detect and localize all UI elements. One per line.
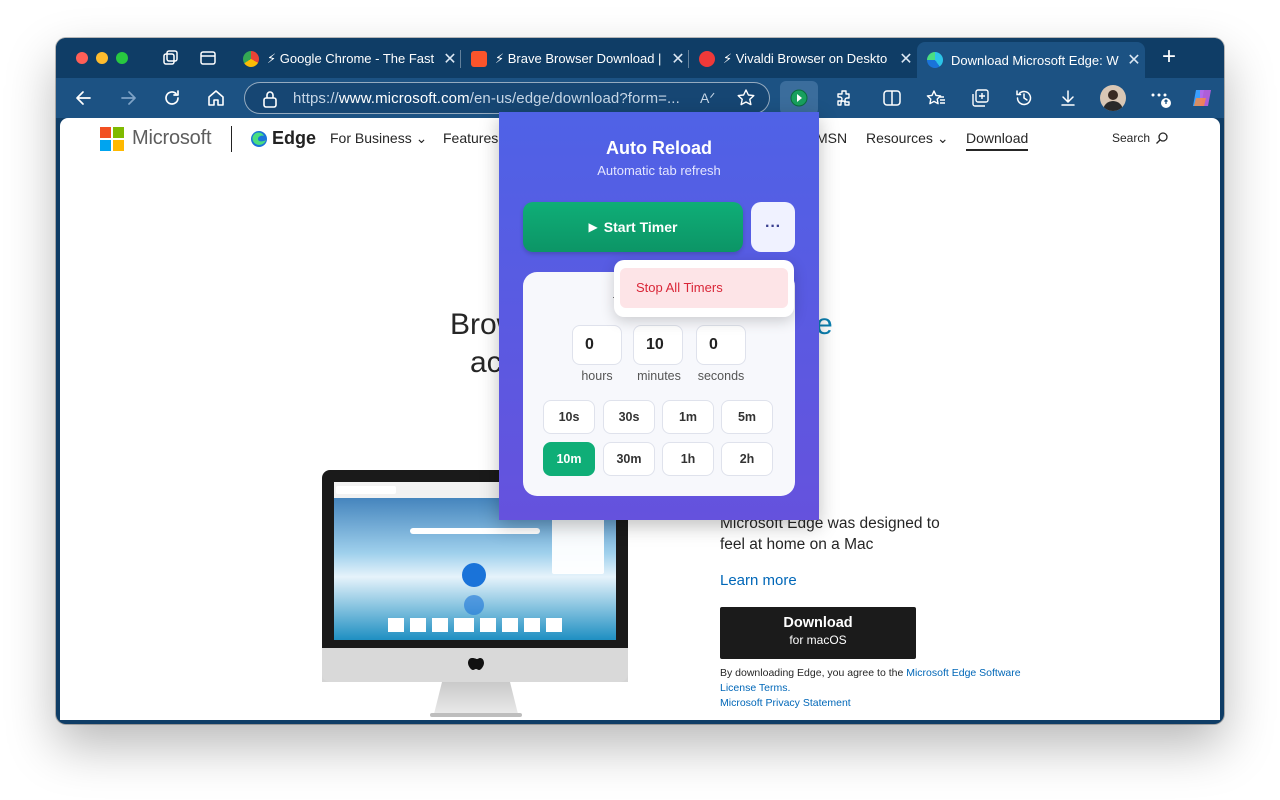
- read-aloud-icon[interactable]: Aᐟ: [700, 90, 715, 107]
- home-icon[interactable]: [204, 86, 228, 110]
- preset-30m[interactable]: 30m: [603, 442, 655, 476]
- refresh-icon[interactable]: [160, 86, 184, 110]
- edge-brand[interactable]: Edge: [272, 128, 316, 149]
- url-text[interactable]: https://www.microsoft.com/en-us/edge/dow…: [293, 90, 680, 107]
- download-button-title: Download: [783, 615, 853, 631]
- hero-heading-line2: ac: [470, 346, 502, 379]
- more-options-menu: Stop All Timers: [614, 260, 794, 317]
- preset-1h[interactable]: 1h: [662, 442, 714, 476]
- minutes-label: minutes: [637, 369, 681, 383]
- tab-actions-icon[interactable]: [197, 47, 219, 69]
- downloads-icon[interactable]: [1056, 86, 1080, 110]
- nav-resources[interactable]: Resources ⌄: [866, 130, 949, 147]
- preset-1m[interactable]: 1m: [662, 400, 714, 434]
- minutes-input[interactable]: 10: [633, 325, 683, 365]
- close-tab-icon[interactable]: ✕: [895, 49, 917, 69]
- favorites-icon[interactable]: [924, 86, 948, 110]
- more-options-button[interactable]: ···: [751, 202, 795, 252]
- privacy-statement-link[interactable]: Microsoft Privacy Statement: [720, 697, 851, 709]
- history-icon[interactable]: [1012, 86, 1036, 110]
- learn-more-link[interactable]: Learn more: [720, 572, 797, 589]
- minimize-window-button[interactable]: [96, 52, 108, 64]
- favorite-star-icon[interactable]: [736, 88, 756, 113]
- tab-title: ⚡ Google Chrome - The Fast: [267, 51, 435, 66]
- start-timer-button[interactable]: ▶ Start Timer: [523, 202, 743, 252]
- legal-prefix: By downloading Edge, you agree to the: [720, 667, 907, 679]
- collections-icon[interactable]: [968, 86, 992, 110]
- preset-10s[interactable]: 10s: [543, 400, 595, 434]
- tab-title: ⚡ Vivaldi Browser on Deskto: [723, 51, 888, 66]
- close-tab-icon[interactable]: ✕: [1123, 50, 1145, 70]
- close-tab-icon[interactable]: ✕: [439, 49, 461, 69]
- popup-title: Auto Reload: [606, 138, 712, 158]
- download-macos-button[interactable]: Download for macOS: [720, 607, 916, 659]
- preset-2h[interactable]: 2h: [721, 442, 773, 476]
- new-tab-button[interactable]: +: [1157, 45, 1181, 70]
- address-bar[interactable]: https://www.microsoft.com/en-us/edge/dow…: [244, 82, 770, 114]
- split-screen-icon[interactable]: [880, 86, 904, 110]
- brave-icon: [471, 51, 487, 67]
- play-icon: ▶: [588, 220, 598, 234]
- nav-for-business[interactable]: For Business ⌄: [330, 130, 427, 147]
- legal-text: By downloading Edge, you agree to the Mi…: [720, 666, 1050, 711]
- nav-features[interactable]: Features: [443, 130, 498, 146]
- chevron-down-icon: ⌄: [936, 130, 949, 146]
- site-search[interactable]: Search: [1112, 131, 1169, 148]
- start-timer-label: Start Timer: [603, 219, 678, 235]
- tab-title: Download Microsoft Edge: W: [951, 52, 1119, 68]
- edge-logo-icon[interactable]: [250, 130, 268, 153]
- forward-icon[interactable]: [116, 86, 140, 110]
- preset-30s[interactable]: 30s: [603, 400, 655, 434]
- preset-10m[interactable]: 10m: [543, 442, 595, 476]
- microsoft-logo-icon[interactable]: [100, 127, 124, 151]
- lock-icon[interactable]: [262, 90, 278, 113]
- tab-vivaldi[interactable]: ⚡ Vivaldi Browser on Deskto ✕: [689, 44, 917, 74]
- download-button-sub: for macOS: [789, 633, 847, 647]
- seconds-label: seconds: [697, 369, 745, 383]
- nav-download[interactable]: Download: [966, 130, 1029, 151]
- seconds-input[interactable]: 0: [696, 325, 746, 365]
- nav-divider: [231, 126, 232, 152]
- microsoft-brand[interactable]: Microsoft: [132, 127, 212, 150]
- copilot-icon[interactable]: [1190, 86, 1214, 110]
- workspaces-icon[interactable]: [160, 47, 182, 69]
- extensions-icon[interactable]: [832, 86, 856, 110]
- chevron-down-icon: ⌄: [415, 130, 428, 146]
- settings-more-icon[interactable]: [1148, 86, 1172, 110]
- tab-title: ⚡ Brave Browser Download |: [495, 51, 662, 66]
- vivaldi-icon: [699, 51, 715, 67]
- back-icon[interactable]: [72, 86, 96, 110]
- popup-subtitle: Automatic tab refresh: [597, 163, 721, 178]
- maximize-window-button[interactable]: [116, 52, 128, 64]
- edge-icon: [927, 52, 943, 68]
- hours-input[interactable]: 0: [572, 325, 622, 365]
- auto-reload-extension-button[interactable]: [780, 81, 818, 115]
- tab-brave[interactable]: ⚡ Brave Browser Download | ✕: [461, 44, 689, 74]
- preset-5m[interactable]: 5m: [721, 400, 773, 434]
- tab-edge-active[interactable]: Download Microsoft Edge: W ✕: [917, 42, 1145, 78]
- close-window-button[interactable]: [76, 52, 88, 64]
- tab-chrome[interactable]: ⚡ Google Chrome - The Fast ✕: [233, 44, 461, 74]
- search-icon: [1155, 131, 1169, 148]
- hours-label: hours: [581, 369, 613, 383]
- chrome-icon: [243, 51, 259, 67]
- close-tab-icon[interactable]: ✕: [667, 49, 689, 69]
- profile-avatar[interactable]: [1100, 85, 1126, 111]
- stop-all-timers-item[interactable]: Stop All Timers: [620, 268, 788, 308]
- nav-msn[interactable]: MSN: [816, 130, 847, 146]
- tab-strip: ⚡ Google Chrome - The Fast ✕ ⚡ Brave Bro…: [56, 38, 1224, 78]
